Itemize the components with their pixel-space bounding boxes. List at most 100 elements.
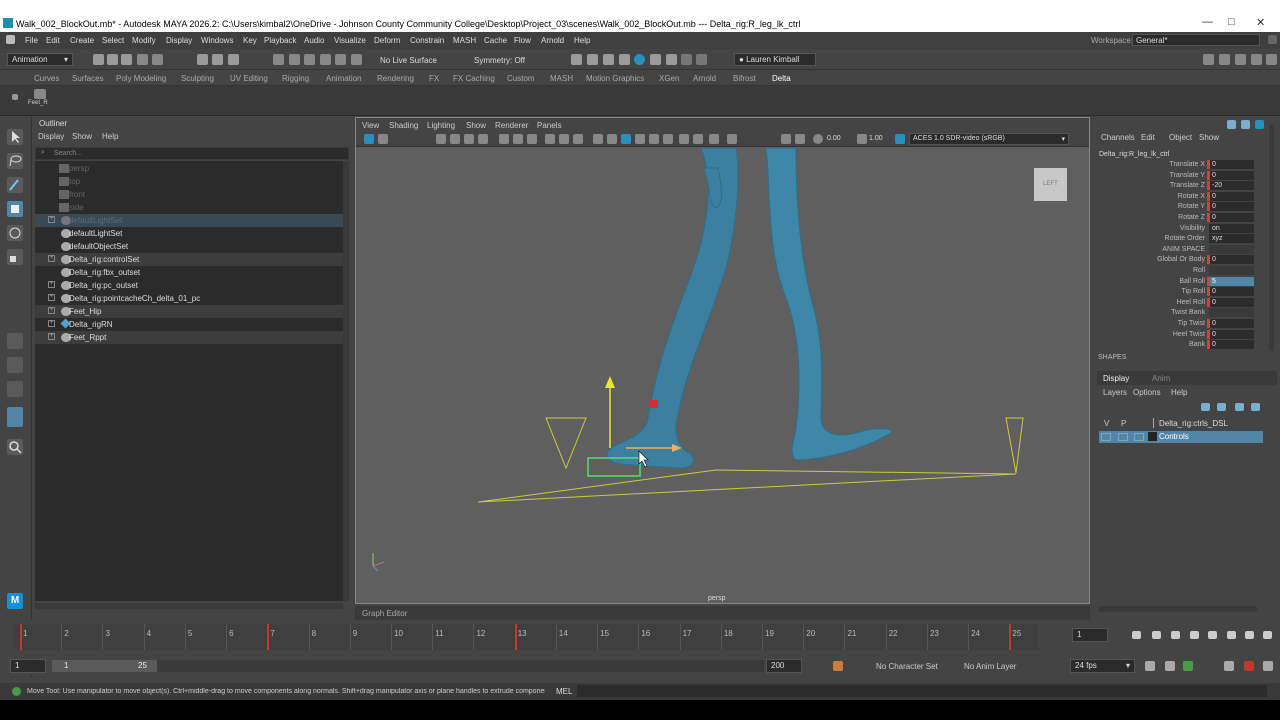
shelf-tab-rendering[interactable]: Rendering: [377, 74, 414, 83]
outliner-menu-show[interactable]: Show: [72, 132, 92, 141]
feet-shelf-icon[interactable]: [34, 89, 46, 99]
layer-row[interactable]: Controls: [1099, 431, 1263, 443]
attr-roll[interactable]: Roll: [1093, 266, 1254, 276]
attr-rotate-x[interactable]: Rotate X0: [1093, 192, 1254, 202]
outliner-item[interactable]: defaultLightSet: [35, 227, 343, 240]
frame-tick[interactable]: [679, 624, 681, 650]
paint-select-icon[interactable]: [7, 177, 23, 193]
select-camera-icon[interactable]: [364, 134, 374, 144]
viewport-menu-show[interactable]: Show: [466, 121, 486, 130]
cached-playback-icon[interactable]: [1183, 661, 1193, 671]
new-layer-selected-icon[interactable]: [1251, 403, 1260, 411]
settings-icon[interactable]: [1263, 661, 1273, 671]
snap-surface-icon[interactable]: [335, 54, 346, 65]
animation-start-field[interactable]: 1: [10, 659, 46, 673]
hypershade-icon[interactable]: [634, 54, 645, 65]
shadows-icon[interactable]: [663, 134, 673, 144]
frame-tick[interactable]: [349, 624, 351, 650]
menu-help[interactable]: Help: [574, 36, 590, 45]
camera-attributes-icon[interactable]: [378, 134, 388, 144]
layer-visibility-toggle[interactable]: [1101, 433, 1111, 441]
frame-tick[interactable]: [473, 624, 475, 650]
depth-of-field-icon[interactable]: [727, 134, 737, 144]
range-bar[interactable]: 1 25: [52, 660, 157, 672]
view-transform-dropdown[interactable]: ACES 1.0 SDR-video (sRGB) ▾: [909, 133, 1069, 145]
menu-arnold[interactable]: Arnold: [541, 36, 564, 45]
snap-view-icon[interactable]: [320, 54, 331, 65]
attr-rotate-order[interactable]: Rotate Order xyz: [1093, 234, 1254, 244]
frame-tick[interactable]: [885, 624, 887, 650]
anim-layer-label[interactable]: No Anim Layer: [964, 662, 1016, 671]
anim-prefs-icon[interactable]: [1244, 661, 1254, 671]
channel-box-node-name[interactable]: Delta_rig:R_leg_lk_ctrl: [1099, 151, 1169, 158]
snap-curve-icon[interactable]: [289, 54, 300, 65]
menu-display[interactable]: Display: [166, 36, 192, 45]
shelf-tab-fx-caching[interactable]: FX Caching: [453, 74, 495, 83]
frame-tick[interactable]: [926, 624, 928, 650]
mel-m-icon[interactable]: M: [7, 593, 23, 609]
shapes-section-header[interactable]: SHAPES: [1098, 354, 1126, 361]
smooth-shade-icon[interactable]: [607, 134, 617, 144]
four-pane-layout-icon[interactable]: [7, 357, 23, 373]
isolate-select-icon[interactable]: [781, 134, 791, 144]
menu-cache[interactable]: Cache: [484, 36, 507, 45]
outliner-item[interactable]: + Delta_rig:pointcacheCh_delta_01_pc: [35, 292, 343, 305]
layer-color-swatch[interactable]: [1148, 432, 1157, 441]
outliner-item[interactable]: + Feet_Rppt: [35, 331, 343, 344]
channel-box-scrollbar[interactable]: [1269, 125, 1274, 351]
wireframe-icon[interactable]: [593, 134, 603, 144]
textured-icon[interactable]: [635, 134, 645, 144]
view-cube[interactable]: LEFT: [1034, 168, 1067, 201]
render-setup-icon[interactable]: [666, 54, 677, 65]
use-lights-icon[interactable]: [649, 134, 659, 144]
render-view-icon[interactable]: [603, 54, 614, 65]
outliner-vertical-scrollbar[interactable]: [343, 161, 349, 601]
shelf-tab-rigging[interactable]: Rigging: [282, 74, 309, 83]
outliner-item[interactable]: front: [35, 188, 343, 201]
keyframe-tick[interactable]: [514, 624, 517, 650]
shelf-button-label[interactable]: Feet_R: [28, 100, 48, 106]
lasso-tool-icon[interactable]: [7, 153, 23, 169]
viewport-menu-renderer[interactable]: Renderer: [495, 121, 528, 130]
expand-icon[interactable]: +: [48, 320, 55, 327]
menu-file[interactable]: File: [25, 36, 38, 45]
motion-blur-icon[interactable]: [693, 134, 703, 144]
frame-tick[interactable]: [555, 624, 557, 650]
lock-icon[interactable]: [1241, 120, 1250, 129]
viewport-canvas[interactable]: LEFT persp: [356, 148, 1089, 603]
menu-constrain[interactable]: Constrain: [410, 36, 444, 45]
attr-twist-bank[interactable]: Twist Bank: [1093, 308, 1254, 318]
viewport-menu-lighting[interactable]: Lighting: [427, 121, 455, 130]
menu-mash[interactable]: MASH: [453, 36, 476, 45]
gamma-icon[interactable]: [857, 134, 867, 144]
grid-icon[interactable]: [499, 134, 509, 144]
outliner-item[interactable]: + Delta_rig:pc_outset: [35, 279, 343, 292]
menuset-dropdown[interactable]: Animation ▾: [7, 53, 73, 66]
user-account-dropdown[interactable]: ● Lauren Kimball: [734, 53, 816, 66]
safe-action-icon[interactable]: [573, 134, 583, 144]
snap-pivot-icon[interactable]: [351, 54, 362, 65]
frame-tick[interactable]: [184, 624, 186, 650]
snap-point-icon[interactable]: [304, 54, 315, 65]
grease-pencil-icon[interactable]: [478, 134, 488, 144]
symmetry-label[interactable]: Symmetry: Off: [474, 56, 525, 65]
current-frame-field[interactable]: 1: [1072, 628, 1108, 642]
attr-rotate-y[interactable]: Rotate Y0: [1093, 202, 1254, 212]
frame-tick[interactable]: [391, 624, 393, 650]
loop-icon[interactable]: [1145, 661, 1155, 671]
expand-icon[interactable]: +: [48, 294, 55, 301]
shelf-tab-xgen[interactable]: XGen: [659, 74, 679, 83]
attr-heel-twist[interactable]: Heel Twist 0: [1093, 330, 1254, 340]
select-object-icon[interactable]: [212, 54, 223, 65]
workspace-dropdown[interactable]: General*: [1132, 34, 1260, 46]
scale-tool-icon[interactable]: [7, 249, 23, 265]
menu-windows[interactable]: Windows: [201, 36, 233, 45]
modeling-toolkit-icon[interactable]: [1203, 54, 1214, 65]
sound-icon[interactable]: [1224, 661, 1234, 671]
attr-global-or-body[interactable]: Global Or Body 0: [1093, 255, 1254, 265]
animation-end-field[interactable]: 200: [766, 659, 802, 673]
minimize-icon[interactable]: —: [1202, 16, 1213, 28]
film-gate-icon[interactable]: [513, 134, 523, 144]
layer-tab-anim[interactable]: Anim: [1152, 374, 1170, 383]
step-back-frame-icon[interactable]: [1171, 631, 1180, 639]
